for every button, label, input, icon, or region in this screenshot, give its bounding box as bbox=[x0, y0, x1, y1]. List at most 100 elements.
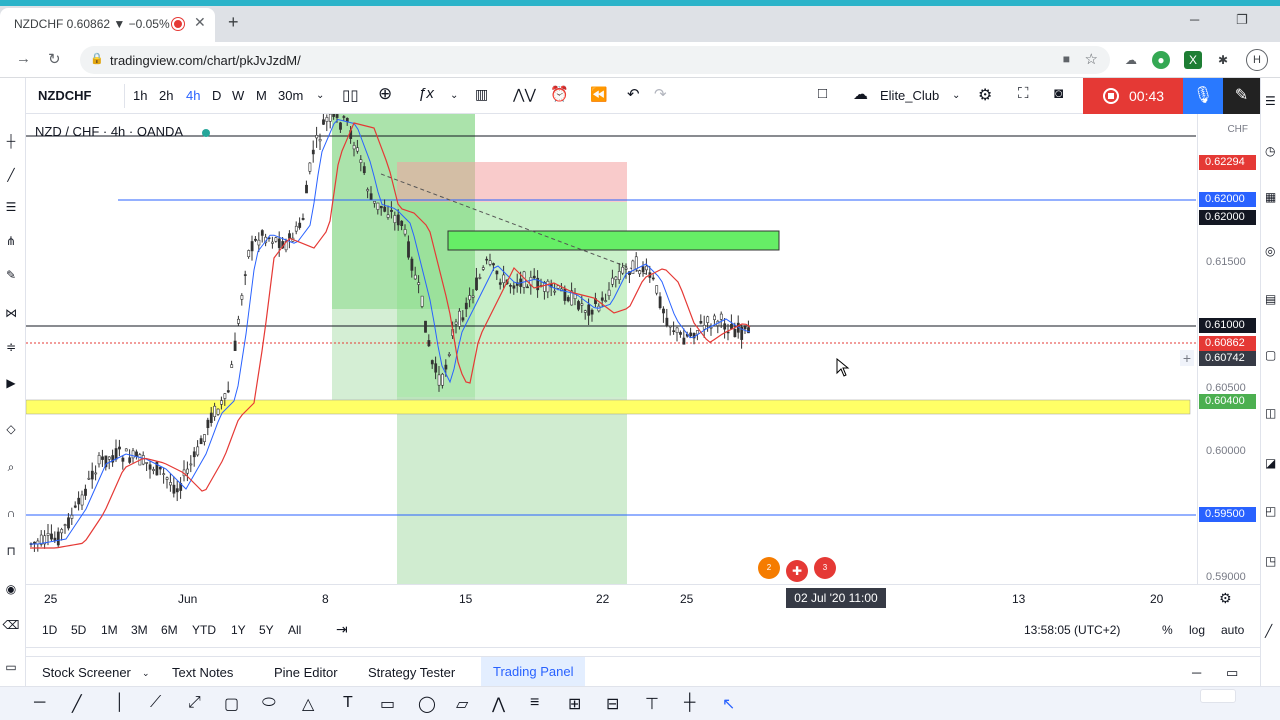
pitchfork-tool-icon[interactable]: ⋔ bbox=[0, 234, 22, 248]
screener-dropdown-icon[interactable]: ⌄ bbox=[142, 668, 150, 679]
ruler-tool-icon[interactable]: ◇ bbox=[0, 422, 22, 436]
measure-tool-icon[interactable]: ≑ bbox=[0, 340, 22, 354]
chart-pane[interactable]: NZD / CHF · 4h · OANDA bbox=[26, 114, 1260, 584]
snapshot-camera-icon[interactable]: ◙ bbox=[1054, 85, 1063, 102]
drawbar-handle[interactable] bbox=[1200, 689, 1236, 703]
hide-tool-icon[interactable]: ◉ bbox=[0, 582, 22, 596]
layout-icon[interactable]: □ bbox=[818, 85, 827, 102]
cursor-select-icon[interactable]: ↖ bbox=[722, 694, 735, 714]
range-3m[interactable]: 3M bbox=[131, 623, 148, 637]
range-1m[interactable]: 1M bbox=[101, 623, 118, 637]
cloud-save-icon[interactable]: ☁ bbox=[853, 85, 868, 103]
fib-retracement-icon[interactable]: ≡ bbox=[530, 694, 539, 712]
alert-icon[interactable]: ⏰ bbox=[550, 85, 569, 103]
restore-icon[interactable]: ❐ bbox=[1236, 12, 1248, 28]
layout-dropdown-icon[interactable]: ⌄ bbox=[952, 90, 960, 101]
crosshair-tool-icon[interactable]: ┼ bbox=[0, 134, 22, 148]
trend-line-icon[interactable]: ╱ bbox=[72, 694, 82, 714]
ellipse-icon[interactable]: ⬭ bbox=[262, 694, 276, 712]
interval-w[interactable]: W bbox=[232, 88, 244, 103]
drawings-list-icon[interactable]: ▭ bbox=[0, 660, 22, 674]
chat-icon[interactable]: ◫ bbox=[1265, 406, 1276, 420]
extended-line-icon[interactable]: ⤢ bbox=[188, 694, 201, 712]
range-5d[interactable]: 5D bbox=[71, 623, 86, 637]
price-scale[interactable]: CHF 0.62294 0.62000 0.62000 0.61500 0.61… bbox=[1197, 114, 1260, 584]
compare-add-icon[interactable]: ⊕ bbox=[378, 84, 392, 104]
log-toggle[interactable]: log bbox=[1189, 623, 1205, 637]
crosshair-icon[interactable]: ┼ bbox=[684, 694, 695, 712]
horizontal-line-icon[interactable]: ─ bbox=[34, 694, 45, 712]
text-tool-icon[interactable]: T bbox=[343, 694, 353, 712]
templates-icon[interactable]: ⋀⋁ bbox=[513, 86, 536, 103]
fullscreen-icon[interactable]: ⛶ bbox=[1018, 85, 1029, 102]
url-bar[interactable]: 🔒 tradingview.com/chart/pkJvJzdM/ ■ ☆ bbox=[80, 46, 1110, 74]
vertical-line-icon[interactable]: │ bbox=[115, 694, 125, 712]
long-position-icon[interactable]: ⊞ bbox=[568, 694, 581, 714]
financials-icon[interactable]: ▥ bbox=[475, 86, 488, 103]
alerts-icon[interactable]: ◷ bbox=[1265, 144, 1275, 158]
camera-icon[interactable]: ■ bbox=[1063, 52, 1070, 66]
tab-stock-screener[interactable]: Stock Screener bbox=[42, 665, 131, 680]
brush-tool-icon[interactable]: ✎ bbox=[0, 268, 22, 282]
percent-toggle[interactable]: % bbox=[1162, 623, 1173, 637]
data-window-icon[interactable]: ▦ bbox=[1265, 190, 1276, 204]
range-all[interactable]: All bbox=[288, 623, 301, 637]
callout-icon[interactable]: ▭ bbox=[380, 694, 395, 714]
ray-icon[interactable]: ⟋ bbox=[150, 694, 161, 712]
tab-text-notes[interactable]: Text Notes bbox=[172, 665, 233, 680]
interval-1h[interactable]: 1h bbox=[133, 88, 147, 103]
pen-icon[interactable]: ╱ bbox=[1265, 624, 1272, 638]
tab-pine-editor[interactable]: Pine Editor bbox=[274, 665, 338, 680]
magnet-tool-icon[interactable]: ∩ bbox=[0, 506, 22, 520]
earnings-event-icon[interactable]: 3 bbox=[814, 557, 836, 579]
range-6m[interactable]: 6M bbox=[161, 623, 178, 637]
symbol-search[interactable]: NZDCHF bbox=[38, 88, 91, 103]
triangle-icon[interactable]: △ bbox=[302, 694, 314, 714]
back-icon[interactable]: → bbox=[16, 50, 31, 67]
range-5y[interactable]: 5Y bbox=[259, 623, 274, 637]
undo-icon[interactable]: ↶ bbox=[627, 85, 640, 103]
chart-settings-gear-icon[interactable]: ⚙ bbox=[1219, 590, 1232, 607]
interval-30m[interactable]: 30m bbox=[278, 88, 303, 103]
interval-4h[interactable]: 4h bbox=[186, 88, 200, 103]
interval-m[interactable]: M bbox=[256, 88, 267, 103]
trendline-tool-icon[interactable]: ╱ bbox=[0, 168, 22, 182]
forecast-tool-icon[interactable]: ▶ bbox=[0, 376, 22, 390]
cloud-extension-icon[interactable]: ☁ bbox=[1122, 51, 1140, 69]
pattern-tool-icon[interactable]: ⋈ bbox=[0, 306, 22, 320]
hotlist-icon[interactable]: ◎ bbox=[1265, 244, 1275, 258]
minimize-icon[interactable]: ─ bbox=[1190, 12, 1199, 27]
trash-tool-icon[interactable]: ⌫ bbox=[0, 618, 22, 632]
zoom-tool-icon[interactable]: ⌕ bbox=[0, 460, 22, 475]
add-plus-icon[interactable]: + bbox=[1180, 350, 1194, 366]
clock-timezone[interactable]: 13:58:05 (UTC+2) bbox=[1024, 623, 1120, 637]
range-1d[interactable]: 1D bbox=[42, 623, 57, 637]
time-scale[interactable]: 25 Jun 8 15 22 25 02 Jul '20 11:00 13 20… bbox=[26, 584, 1260, 612]
notifications-icon[interactable]: ◰ bbox=[1265, 504, 1276, 518]
pen-draw-icon[interactable]: ✎ bbox=[1223, 78, 1260, 114]
dividend-event-icon[interactable]: ✚ bbox=[786, 560, 808, 582]
range-1y[interactable]: 1Y bbox=[231, 623, 246, 637]
xabcd-pattern-icon[interactable]: ⋀ bbox=[492, 694, 505, 714]
ideas-icon[interactable]: ▢ bbox=[1265, 348, 1276, 362]
new-tab-icon[interactable]: + bbox=[228, 12, 239, 33]
settings-gear-icon[interactable]: ⚙ bbox=[978, 85, 992, 105]
fib-tool-icon[interactable]: ☰ bbox=[0, 200, 22, 214]
help-icon[interactable]: ◳ bbox=[1265, 554, 1276, 568]
calendar-icon[interactable]: ▤ bbox=[1265, 292, 1276, 306]
recording-button[interactable]: 00:43 bbox=[1083, 78, 1183, 114]
close-tab-icon[interactable]: ✕ bbox=[194, 14, 206, 31]
lock-tool-icon[interactable]: ⊓ bbox=[0, 544, 22, 558]
maximize-panel-icon[interactable]: ▭ bbox=[1226, 665, 1238, 681]
watchlist-icon[interactable]: ☰ bbox=[1265, 94, 1276, 108]
indicators-icon[interactable]: ƒx bbox=[418, 85, 434, 102]
bookmark-star-icon[interactable]: ☆ bbox=[1085, 50, 1098, 68]
microphone-icon[interactable]: 🎙 bbox=[1183, 78, 1223, 114]
tab-strategy-tester[interactable]: Strategy Tester bbox=[368, 665, 455, 680]
puzzle-extension-icon[interactable]: ✱ bbox=[1214, 51, 1232, 69]
layout-name[interactable]: Elite_Club bbox=[880, 88, 939, 103]
interval-d[interactable]: D bbox=[212, 88, 221, 103]
intervals-dropdown-icon[interactable]: ⌄ bbox=[316, 90, 324, 101]
range-ytd[interactable]: YTD bbox=[192, 623, 216, 637]
goto-date-icon[interactable]: ⇥ bbox=[336, 621, 348, 638]
